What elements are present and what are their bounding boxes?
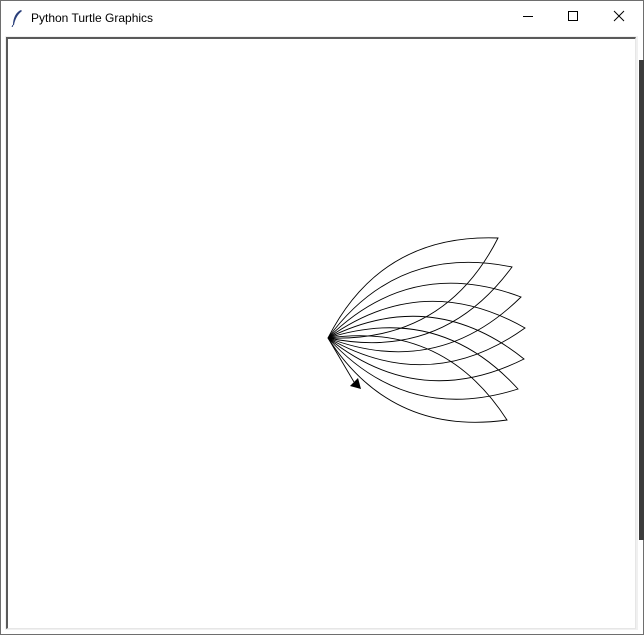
close-button[interactable] bbox=[596, 1, 642, 35]
maximize-button[interactable] bbox=[550, 1, 596, 35]
turtle-drawing bbox=[327, 237, 526, 423]
minimize-button[interactable] bbox=[505, 1, 551, 35]
maximize-icon bbox=[567, 9, 579, 27]
turtle-cursor-icon bbox=[350, 378, 361, 389]
minimize-icon bbox=[522, 9, 534, 27]
window-client-area bbox=[5, 36, 638, 630]
petal-outline bbox=[327, 300, 526, 366]
background-window-edge bbox=[639, 60, 644, 540]
turtle-canvas[interactable] bbox=[6, 37, 636, 629]
turtle-window: Python Turtle Graphics bbox=[0, 0, 644, 635]
window-title: Python Turtle Graphics bbox=[31, 11, 154, 25]
feather-icon bbox=[10, 9, 24, 28]
petal-outline bbox=[327, 327, 519, 400]
title-bar[interactable]: Python Turtle Graphics bbox=[1, 1, 643, 35]
close-icon bbox=[613, 9, 625, 27]
